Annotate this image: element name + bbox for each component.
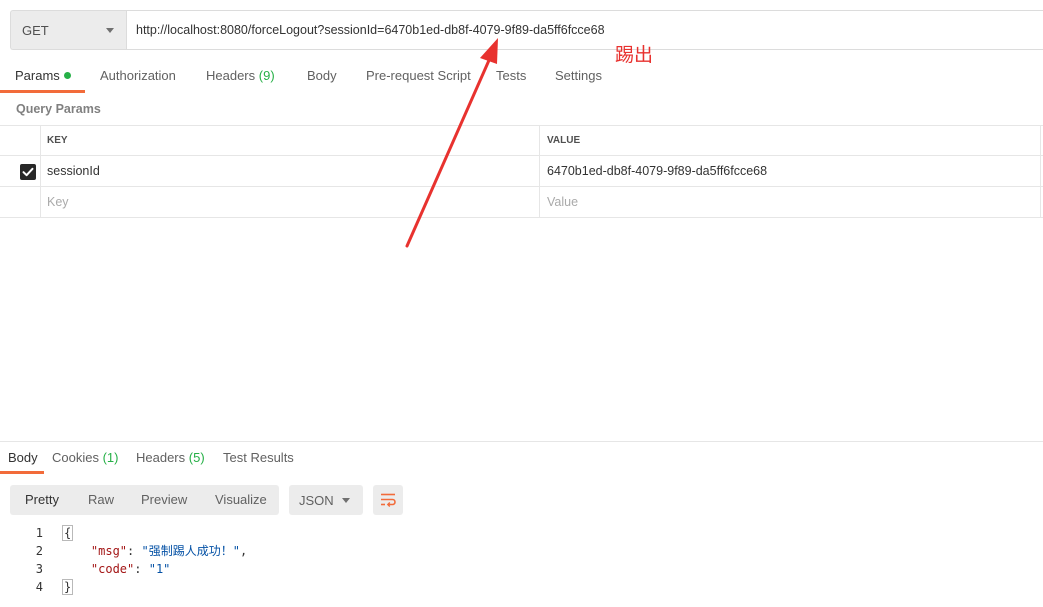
json-value: "强制踢人成功！" (141, 544, 240, 558)
format-select[interactable]: JSON (289, 485, 363, 515)
new-key-input[interactable]: Key (41, 187, 540, 217)
line-number: 1 (35, 526, 43, 540)
tab-authorization-label: Authorization (100, 68, 176, 83)
close-brace: } (62, 579, 74, 595)
code-line: 4 } (0, 578, 1043, 596)
chevron-down-icon (106, 28, 114, 33)
table-row: sessionId 6470b1ed-db8f-4079-9f89-da5ff6… (0, 156, 1043, 187)
response-tab-test-results-label: Test Results (223, 450, 294, 465)
tab-settings[interactable]: Settings (555, 68, 602, 83)
method-select[interactable]: GET (10, 10, 126, 50)
tab-headers-label: Headers (206, 68, 256, 83)
url-input[interactable]: http://localhost:8080/forceLogout?sessio… (126, 10, 1043, 50)
line-number: 2 (35, 544, 43, 558)
response-tab-body[interactable]: Body (8, 450, 38, 465)
json-trailing-comma: , (239, 544, 248, 558)
request-tabs: Params Authorization Headers (9) Body Pr… (0, 62, 1043, 94)
tab-headers-count: (9) (258, 68, 275, 83)
new-value-input[interactable]: Value (540, 187, 1041, 217)
tab-settings-label: Settings (555, 68, 602, 83)
view-pretty-button[interactable]: Pretty (25, 492, 59, 507)
response-tab-cookies-count: (1) (102, 450, 119, 465)
table-header-row: KEY VALUE (0, 125, 1043, 156)
param-enabled-checkbox[interactable] (20, 164, 36, 180)
view-raw-button[interactable]: Raw (88, 492, 114, 507)
active-tab-underline (0, 90, 85, 93)
tab-headers[interactable]: Headers (9) (206, 68, 275, 83)
table-row-new: Key Value (0, 187, 1043, 218)
view-preview-button[interactable]: Preview (141, 492, 187, 507)
response-tab-body-label: Body (8, 450, 38, 465)
param-key-field[interactable]: sessionId (41, 156, 540, 186)
url-text: http://localhost:8080/forceLogout?sessio… (136, 23, 605, 37)
response-divider (0, 441, 1043, 442)
json-separator: : (127, 544, 142, 558)
response-tab-headers[interactable]: Headers (5) (136, 450, 205, 465)
json-key: "msg" (90, 544, 128, 558)
tab-body[interactable]: Body (307, 68, 337, 83)
column-header-value: VALUE (540, 126, 1041, 155)
response-tab-test-results[interactable]: Test Results (223, 450, 294, 465)
checkmark-icon (22, 167, 34, 177)
tab-params[interactable]: Params (15, 68, 71, 83)
tab-authorization[interactable]: Authorization (100, 68, 176, 83)
json-key: "code" (90, 562, 135, 576)
tab-pre-request-script-label: Pre-request Script (366, 68, 471, 83)
view-visualize-button[interactable]: Visualize (215, 492, 267, 507)
param-value-field[interactable]: 6470b1ed-db8f-4079-9f89-da5ff6fcce68 (540, 156, 1041, 186)
text-wrap-icon (381, 493, 396, 507)
tab-params-label: Params (15, 68, 60, 83)
response-tab-cookies-label: Cookies (52, 450, 99, 465)
chevron-down-icon (342, 498, 350, 503)
tab-tests[interactable]: Tests (496, 68, 526, 83)
column-header-key: KEY (41, 126, 540, 155)
tab-body-label: Body (307, 68, 337, 83)
text-wrap-button[interactable] (373, 485, 403, 515)
json-value: "1" (148, 562, 171, 576)
tab-pre-request-script[interactable]: Pre-request Script (366, 68, 471, 83)
format-label: JSON (299, 492, 334, 508)
response-tab-headers-label: Headers (136, 450, 186, 465)
code-line: 1 { (0, 524, 1043, 542)
response-tab-cookies[interactable]: Cookies (1) (52, 450, 118, 465)
response-active-tab-underline (0, 471, 44, 474)
query-params-table: KEY VALUE sessionId 6470b1ed-db8f-4079-9… (0, 125, 1043, 218)
tab-tests-label: Tests (496, 68, 527, 83)
view-mode-group: Pretty Raw Preview Visualize (10, 485, 279, 515)
open-brace: { (62, 525, 74, 541)
response-code-viewer[interactable]: 1 { 2 "msg": "强制踢人成功！", 3 "code": "1" 4 … (0, 524, 1043, 596)
response-tab-headers-count: (5) (188, 450, 205, 465)
active-dot-icon (63, 72, 71, 79)
line-number: 4 (35, 580, 43, 594)
json-separator: : (134, 562, 149, 576)
code-line: 2 "msg": "强制踢人成功！", (0, 542, 1043, 560)
line-number: 3 (35, 562, 43, 576)
section-title: Query Params (16, 102, 101, 116)
code-line: 3 "code": "1" (0, 560, 1043, 578)
method-label: GET (22, 22, 49, 38)
